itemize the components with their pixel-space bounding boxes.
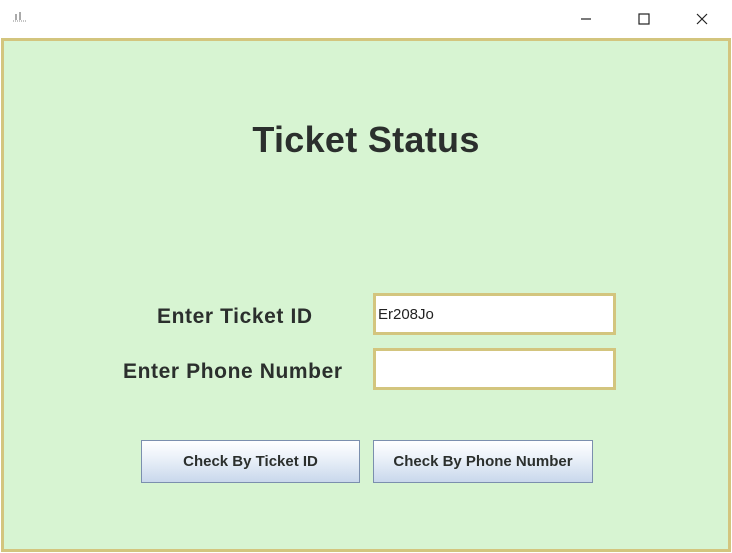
check-by-ticket-id-button[interactable]: Check By Ticket ID [141, 440, 360, 483]
page-title: Ticket Status [252, 119, 480, 160]
minimize-button[interactable] [557, 0, 615, 38]
maximize-button[interactable] [615, 0, 673, 38]
app-icon [12, 9, 28, 22]
window-titlebar [0, 0, 732, 38]
phone-number-input[interactable] [373, 348, 616, 390]
close-icon [696, 13, 708, 25]
ticket-id-input[interactable] [373, 293, 616, 335]
close-button[interactable] [673, 0, 731, 38]
check-by-phone-number-button[interactable]: Check By Phone Number [373, 440, 593, 483]
maximize-icon [638, 13, 650, 25]
minimize-icon [581, 18, 591, 20]
ticket-id-label: Enter Ticket ID [157, 305, 313, 328]
ticket-status-panel: Ticket Status Enter Ticket ID Enter Phon… [1, 38, 731, 552]
phone-number-label: Enter Phone Number [123, 360, 343, 383]
